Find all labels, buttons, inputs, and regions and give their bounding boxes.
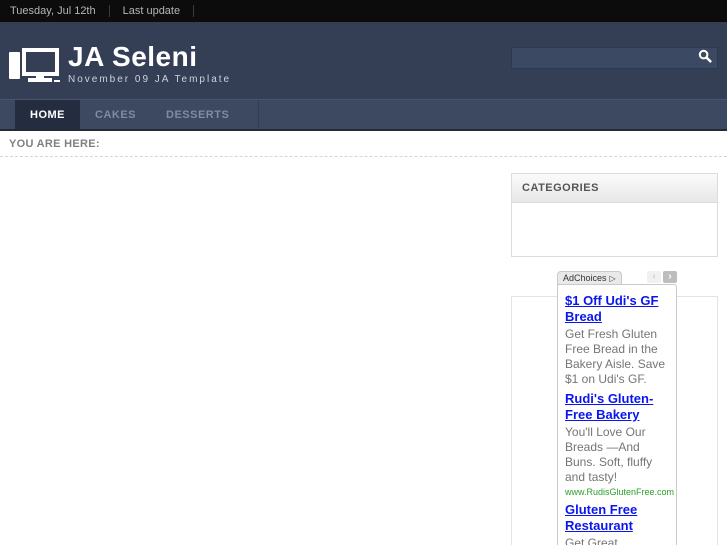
adchoices-button[interactable]: AdChoices ▷ [557, 271, 622, 284]
ad-description: Get Fresh Gluten Free Bread in the Baker… [565, 327, 666, 386]
ad-prev-button[interactable]: ‹ [647, 271, 661, 283]
adchoices-label: AdChoices [563, 273, 607, 283]
logo-text: JA Seleni November 09 JA Template [68, 41, 232, 86]
search-button[interactable] [693, 48, 717, 68]
ad-link[interactable]: Gluten Free Restaurant [565, 502, 669, 534]
ad-nav-arrows: ‹ › [647, 271, 677, 283]
topbar-divider [193, 5, 195, 17]
ad-item: Gluten Free Restaurant Get Great Coupons… [565, 502, 669, 545]
nav-item-cakes[interactable]: CAKES [80, 100, 151, 129]
top-info-bar: Tuesday, Jul 12th Last update [0, 0, 727, 22]
ad-list: $1 Off Udi's GF Bread Get Fresh Gluten F… [557, 284, 677, 545]
adchoices-icon: ▷ [609, 273, 616, 283]
ad-description: Get Great Coupons on Top Restaurant in T… [565, 536, 618, 545]
ad-link[interactable]: $1 Off Udi's GF Bread [565, 293, 669, 325]
ad-url[interactable]: www.RudisGlutenFree.com [565, 486, 674, 498]
breadcrumb: YOU ARE HERE: [0, 131, 727, 157]
topbar-divider [108, 5, 110, 17]
computer-icon [8, 42, 68, 92]
ad-header-row: AdChoices ▷ ‹ › [557, 270, 677, 284]
search-input[interactable] [512, 48, 693, 68]
nav-item-desserts[interactable]: DESSERTS [151, 100, 244, 129]
nav-item-home[interactable]: HOME [15, 100, 80, 129]
ad-item: Rudi's Gluten-Free Bakery You'll Love Ou… [565, 391, 674, 498]
categories-module: CATEGORIES [511, 173, 718, 257]
ad-description: You'll Love Our Breads —And Buns. Soft, … [565, 425, 653, 484]
site-title: JA Seleni [68, 41, 198, 72]
categories-title: CATEGORIES [512, 174, 717, 203]
search-icon [698, 49, 712, 68]
current-date: Tuesday, Jul 12th [10, 5, 96, 17]
categories-body [512, 203, 717, 256]
ad-next-button[interactable]: › [663, 271, 677, 283]
site-logo[interactable]: JA Seleni November 09 JA Template [8, 42, 231, 92]
nav-divider [258, 100, 260, 129]
breadcrumb-label: YOU ARE HERE: [9, 137, 100, 150]
main-nav: HOME CAKES DESSERTS [0, 99, 727, 131]
ad-item: $1 Off Udi's GF Bread Get Fresh Gluten F… [565, 293, 669, 387]
ad-block: AdChoices ▷ ‹ › $1 Off Udi's GF Bread Ge… [557, 270, 677, 545]
main-content: CATEGORIES AdChoices ▷ ‹ › $1 Off Udi's … [0, 157, 727, 545]
site-header: JA Seleni November 09 JA Template [0, 22, 727, 99]
ad-link[interactable]: Rudi's Gluten-Free Bakery [565, 391, 669, 423]
search-box[interactable] [511, 47, 718, 69]
site-tagline: November 09 JA Template [68, 74, 232, 85]
sidebar: CATEGORIES AdChoices ▷ ‹ › $1 Off Udi's … [511, 173, 718, 545]
last-update-label: Last update [122, 5, 181, 17]
